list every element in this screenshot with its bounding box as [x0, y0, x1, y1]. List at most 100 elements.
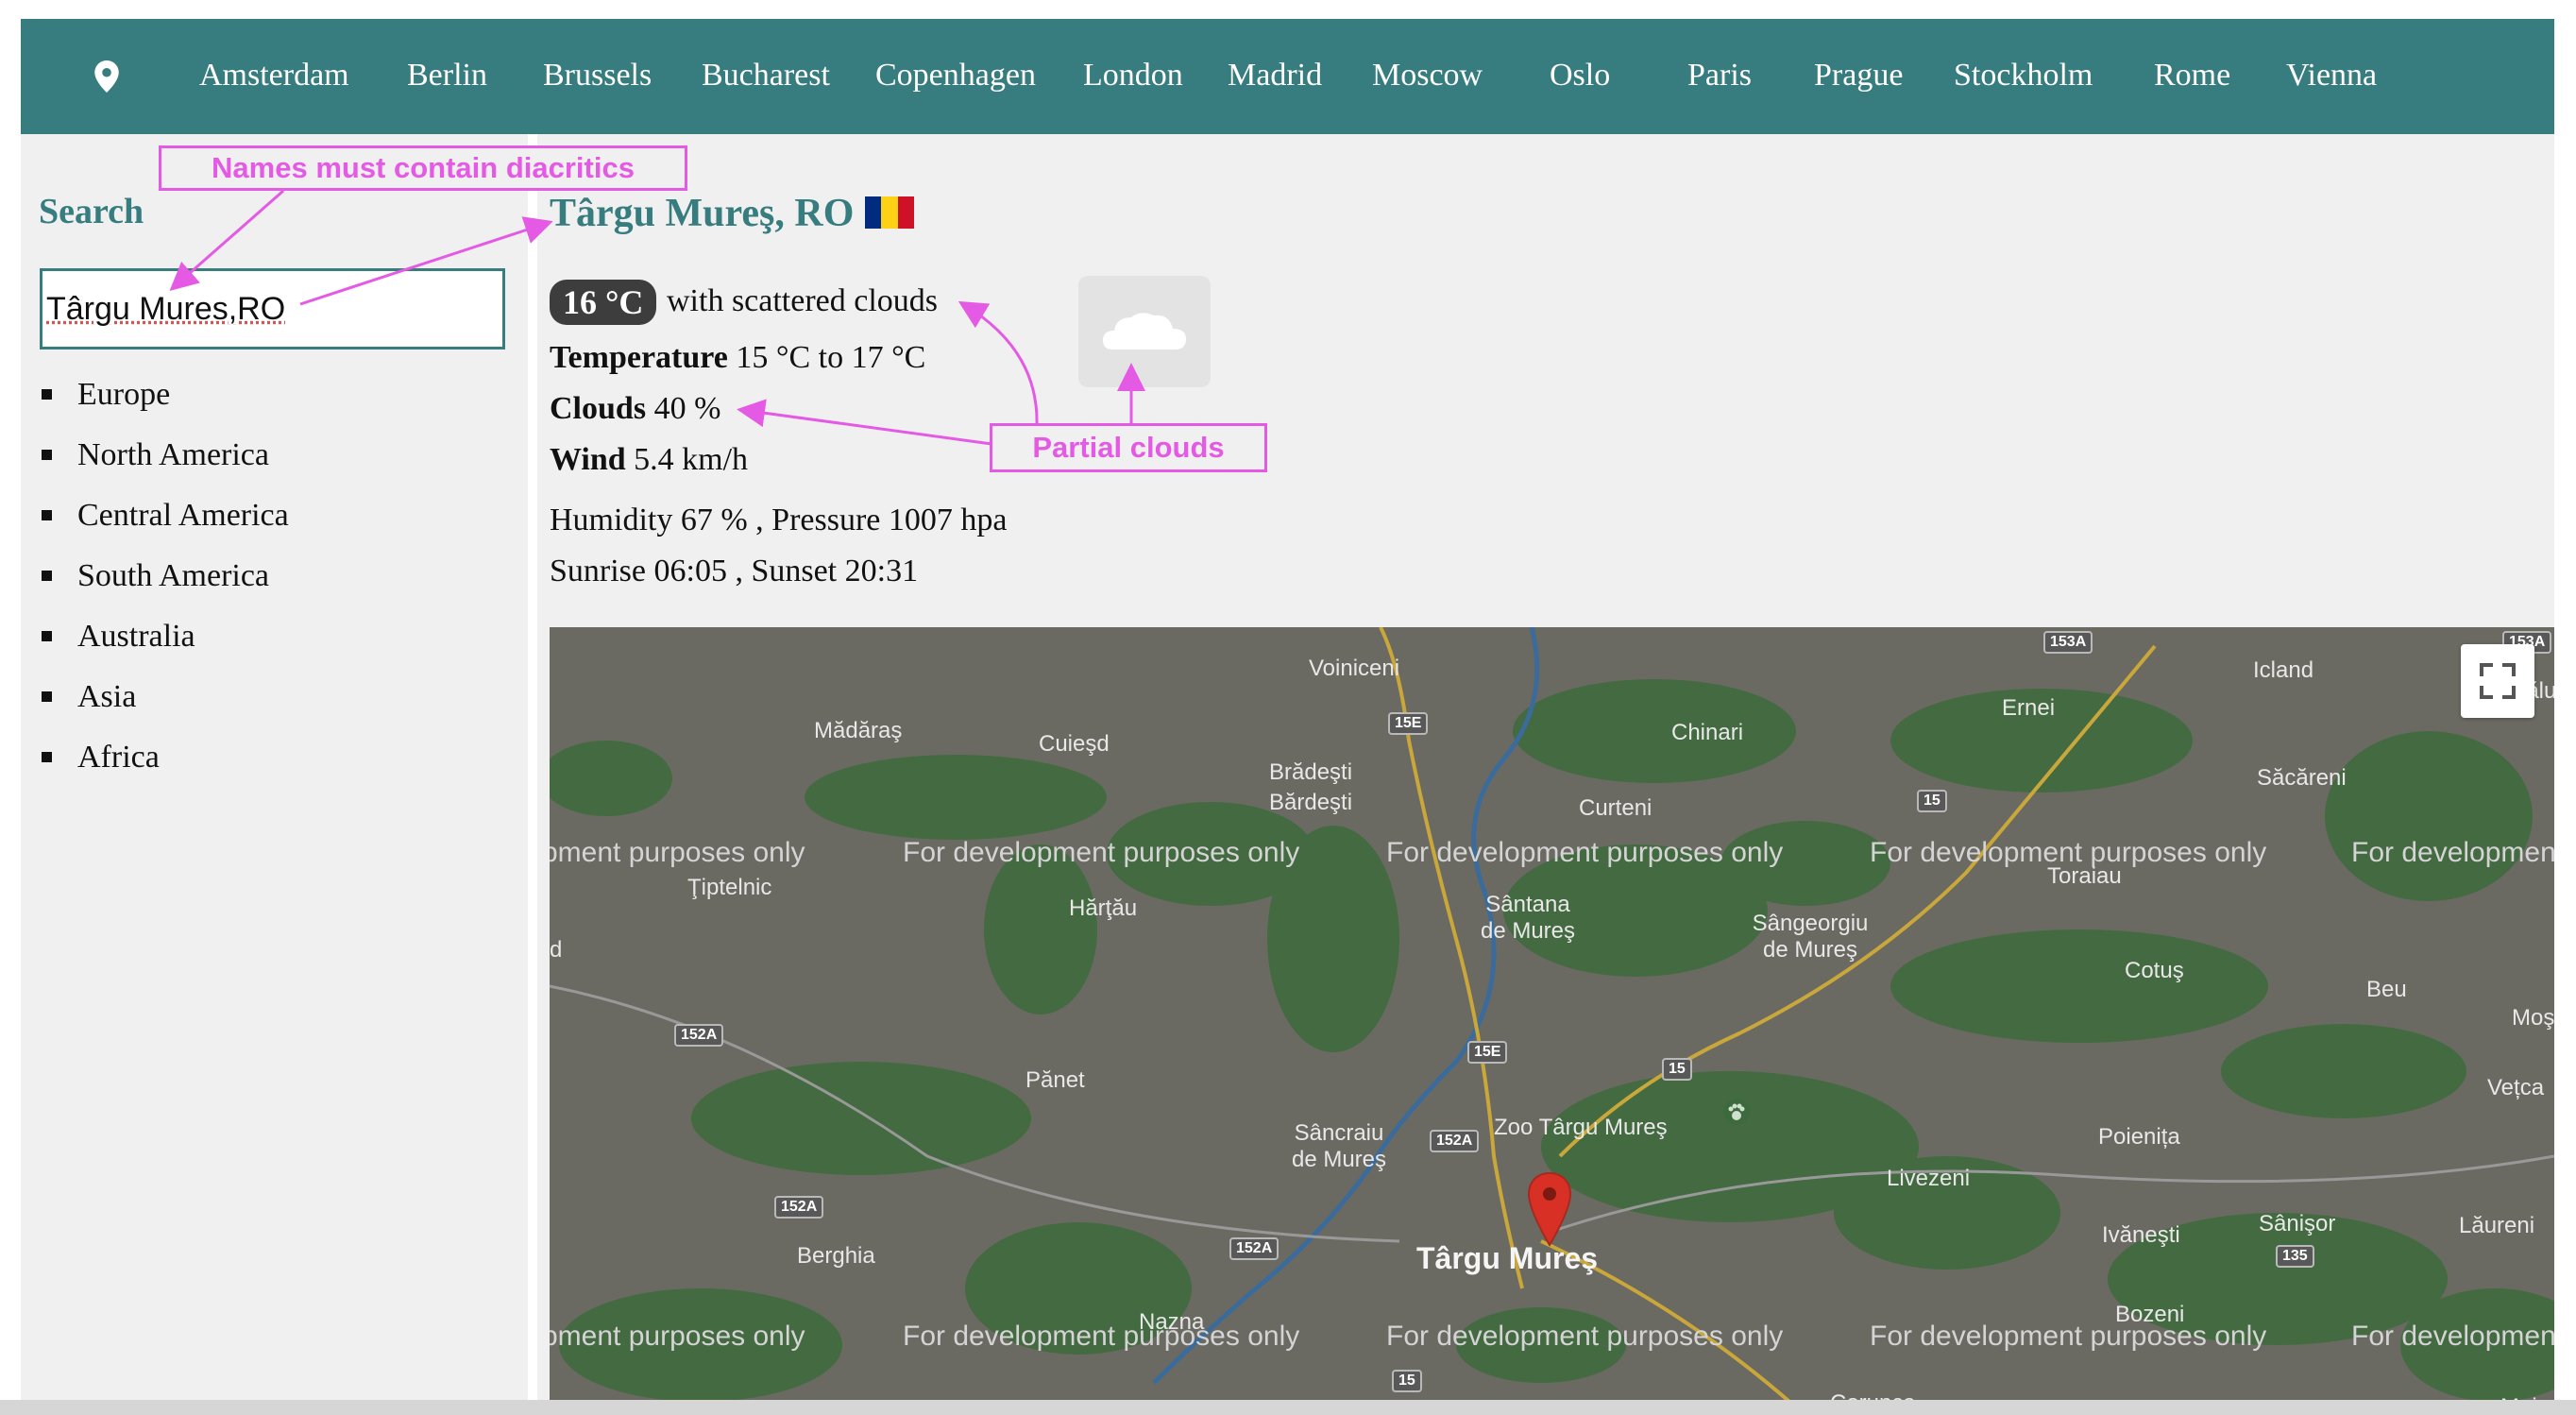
romania-flag-icon [865, 196, 914, 229]
map-place-label: Sângeorgiu de Mureş [1752, 911, 1869, 963]
map-watermark: For development purposes only [903, 837, 1300, 868]
partial-clouds-annotation: Partial clouds [990, 423, 1267, 472]
location-marker-icon[interactable] [1526, 1171, 1573, 1247]
region-list: Europe North America Central America Sou… [42, 376, 289, 799]
city-nav-bar: Amsterdam Berlin Brussels Bucharest Cope… [21, 19, 2554, 134]
wind-value: 5.4 km/h [634, 442, 749, 477]
map-place-label: d [550, 937, 563, 963]
sidebar: Search Europe North America Central Amer… [21, 134, 528, 1407]
map-place-label: Hărţău [1069, 895, 1138, 921]
fullscreen-button[interactable] [2461, 644, 2534, 718]
map-place-label: Nazna [1139, 1309, 1205, 1335]
bullet-icon [42, 631, 52, 641]
nav-city-rome[interactable]: Rome [2154, 55, 2230, 96]
map-place-label: Icland [2253, 657, 2314, 683]
humidity-pressure-row: Humidity 67 % , Pressure 1007 hpa [550, 503, 1008, 537]
map-place-label: Ţiptelnic [687, 875, 772, 900]
weather-description: with scattered clouds [667, 283, 939, 318]
flag-stripe-yellow [881, 196, 898, 229]
flag-stripe-blue [865, 196, 882, 229]
map-place-label: Livezeni [1887, 1166, 1971, 1191]
road-shield: 152A [774, 1196, 824, 1219]
road-shield: 15 [1917, 790, 1947, 812]
map-place-label: Ernei [2002, 695, 2056, 721]
flag-stripe-red [897, 196, 914, 229]
region-label: Europe [77, 377, 171, 412]
search-label: Search [39, 192, 144, 231]
region-label: Australia [77, 619, 195, 654]
map-place-label: Sânişor [2259, 1211, 2336, 1236]
location-pin-icon[interactable] [94, 60, 119, 93]
region-item-central-america[interactable]: Central America [42, 497, 289, 557]
sun-times-row: Sunrise 06:05 , Sunset 20:31 [550, 554, 919, 588]
map-place-label: Lăureni [2459, 1213, 2535, 1238]
temperature-row: Temperature 15 °C to 17 °C [550, 340, 925, 376]
temperature-value: 15 °C to 17 °C [736, 340, 926, 375]
cloud-icon [1078, 276, 1211, 387]
zoo-paw-icon[interactable] [1722, 1098, 1751, 1126]
nav-city-prague[interactable]: Prague [1814, 55, 1903, 96]
map-place-label: Chinari [1671, 720, 1744, 745]
map-place-label: Poienița [2098, 1124, 2180, 1150]
diacritics-annotation: Names must contain diacritics [159, 145, 687, 191]
map-watermark: For development purposes only [1870, 1321, 2267, 1352]
region-label: South America [77, 558, 270, 593]
clouds-value: 40 % [653, 391, 721, 426]
nav-city-paris[interactable]: Paris [1687, 55, 1752, 96]
region-item-asia[interactable]: Asia [42, 678, 289, 739]
region-item-south-america[interactable]: South America [42, 557, 289, 618]
map-view[interactable]: pment purposes only For development purp… [550, 627, 2554, 1407]
map-watermark: For developmen [2351, 1321, 2554, 1352]
map-place-label: Moşu [2512, 1005, 2554, 1031]
nav-city-copenhagen[interactable]: Copenhagen [875, 55, 1036, 96]
map-watermark: For development purposes only [903, 1321, 1300, 1352]
map-watermark: For developmen [2351, 837, 2554, 868]
road-shield: 153A [2043, 631, 2093, 654]
bullet-icon [42, 450, 52, 460]
map-place-label: Pănet [1025, 1067, 1085, 1093]
clouds-label: Clouds [550, 391, 647, 426]
region-label: Central America [77, 498, 289, 533]
search-input[interactable] [40, 268, 505, 349]
region-label: Africa [77, 740, 160, 775]
map-place-label: Berghia [797, 1243, 875, 1269]
road-shield: 15E [1388, 712, 1429, 735]
nav-city-stockholm[interactable]: Stockholm [1954, 55, 2093, 96]
nav-city-amsterdam[interactable]: Amsterdam [199, 55, 349, 96]
map-place-label: Săcăreni [2257, 765, 2347, 791]
nav-city-brussels[interactable]: Brussels [543, 55, 652, 96]
map-place-label: Ivăneşti [2102, 1222, 2180, 1248]
region-label: Asia [77, 679, 137, 714]
road-shield: 15 [1662, 1058, 1692, 1081]
nav-city-bucharest[interactable]: Bucharest [702, 55, 830, 96]
bullet-icon [42, 571, 52, 581]
nav-city-madrid[interactable]: Madrid [1228, 55, 1322, 96]
map-city-label: Târgu Mureş [1416, 1241, 1599, 1275]
region-item-australia[interactable]: Australia [42, 618, 289, 678]
city-title: Târgu Mureş, RO [550, 192, 855, 235]
map-place-label: Voiniceni [1309, 656, 1400, 681]
cloud-icon-shape [1103, 313, 1186, 349]
map-place-label: Cuieşd [1039, 731, 1110, 757]
temperature-label: Temperature [550, 340, 728, 375]
map-place-label: Curteni [1579, 795, 1652, 821]
map-place-label: Brădeşti [1269, 759, 1353, 785]
map-place-label: Vețca [2487, 1075, 2545, 1100]
bullet-icon [42, 510, 52, 520]
wind-label: Wind [550, 442, 626, 477]
nav-city-oslo[interactable]: Oslo [1550, 55, 1610, 96]
region-item-africa[interactable]: Africa [42, 739, 289, 799]
bottom-scroll-bar [0, 1400, 2576, 1415]
map-watermark: For development purposes only [1386, 837, 1784, 868]
map-place-label: Beu [2366, 977, 2407, 1002]
map-place-label: Cotuş [2125, 958, 2184, 983]
nav-city-vienna[interactable]: Vienna [2286, 55, 2377, 96]
nav-city-berlin[interactable]: Berlin [407, 55, 487, 96]
region-item-north-america[interactable]: North America [42, 436, 289, 497]
region-item-europe[interactable]: Europe [42, 376, 289, 436]
road-shield: 135 [2276, 1245, 2314, 1268]
nav-city-moscow[interactable]: Moscow [1372, 55, 1483, 96]
road-shield: 152A [1430, 1130, 1480, 1152]
nav-city-london[interactable]: London [1083, 55, 1183, 96]
map-watermark: pment purposes only [550, 1321, 805, 1352]
